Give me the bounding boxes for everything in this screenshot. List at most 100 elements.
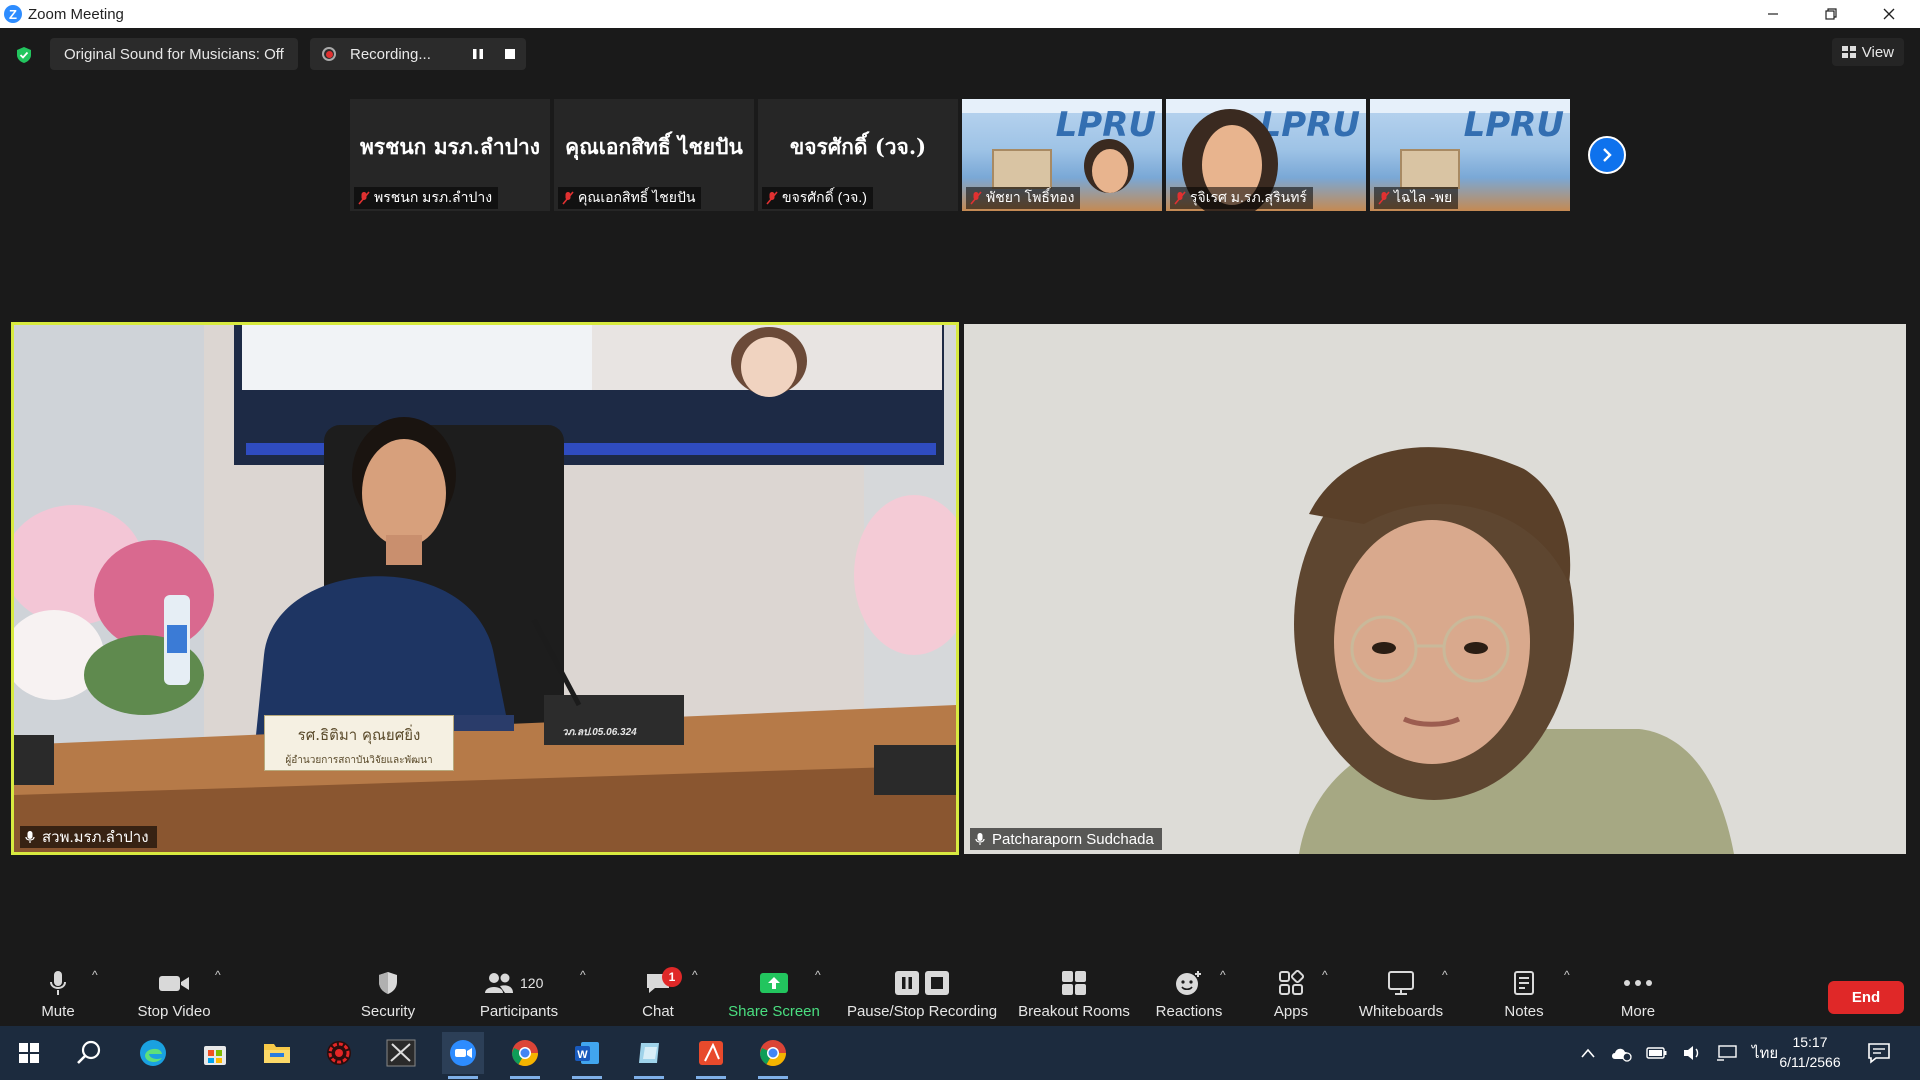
participants-label: Participants xyxy=(479,1003,559,1020)
participant-name-tag: Patcharaporn Sudchada xyxy=(970,828,1162,850)
taskbar-clock[interactable]: 15:17 6/11/2566 xyxy=(1770,1032,1850,1072)
chat-options-caret-icon[interactable]: ^ xyxy=(692,968,698,982)
participants-button[interactable]: 120 Participants xyxy=(476,960,562,1026)
name-plaque: รศ.ธิติมา คุณยศยิ่ง ผู้อำนวยการสถาบันวิจ… xyxy=(264,715,454,771)
share-screen-icon xyxy=(760,973,788,993)
edge-browser-icon xyxy=(140,1040,166,1066)
participant-label: พรชนก มรภ.ลำปาง xyxy=(354,187,499,209)
taskbar-air-app-button[interactable] xyxy=(380,1032,422,1074)
participant-label: พัชยา โพธิ์ทอง xyxy=(966,187,1081,209)
notes-button[interactable]: Notes xyxy=(1500,960,1548,1026)
participant-video-thumbnail[interactable]: LPRU พัชยา โพธิ์ทอง xyxy=(962,99,1162,211)
apps-options-caret-icon[interactable]: ^ xyxy=(1322,968,1328,982)
end-meeting-button[interactable]: End xyxy=(1828,981,1904,1014)
mic-active-icon xyxy=(25,831,35,843)
taskbar-chrome-second-button[interactable] xyxy=(752,1032,794,1079)
taskbar-app-blue-button[interactable] xyxy=(628,1032,670,1079)
more-label: More xyxy=(1620,1003,1656,1020)
security-button[interactable]: Security xyxy=(358,960,418,1026)
whiteboards-options-caret-icon[interactable]: ^ xyxy=(1442,968,1448,982)
shield-icon xyxy=(379,972,397,994)
apps-button[interactable]: Apps xyxy=(1270,960,1312,1026)
taskbar-search-button[interactable] xyxy=(68,1032,110,1074)
minimize-icon[interactable] xyxy=(1744,0,1802,28)
original-sound-button[interactable]: Original Sound for Musicians: Off xyxy=(50,38,298,70)
participant-name: รุจิเรศ ม.รภ.สุรินทร์ xyxy=(1190,189,1307,205)
building-graphic xyxy=(1400,149,1460,189)
mic-label-tag: วภ.ลป.05.06.324 xyxy=(562,727,637,738)
taskbar-word-button[interactable]: W xyxy=(566,1032,608,1079)
participant-thumbnail[interactable]: คุณเอกสิทธิ์ ไชยปัน คุณเอกสิทธิ์ ไชยปัน xyxy=(554,99,754,211)
participants-icon xyxy=(485,973,513,993)
participant-name: ขจรศักดิ์ (วจ.) xyxy=(782,189,867,205)
restore-icon[interactable] xyxy=(1802,0,1860,28)
volume-speaker-icon[interactable] xyxy=(1682,1045,1702,1061)
mic-active-icon xyxy=(975,833,985,845)
more-button[interactable]: More xyxy=(1616,960,1660,1026)
participant-name-large: ขจรศักดิ์ (วจ.) xyxy=(789,134,927,159)
participant-name-large: พรชนก มรภ.ลำปาง xyxy=(359,134,541,159)
reactions-options-caret-icon[interactable]: ^ xyxy=(1220,968,1226,982)
active-speaker-video[interactable]: รศ.ธิติมา คุณยศยิ่ง ผู้อำนวยการสถาบันวิจ… xyxy=(11,322,959,855)
windows-taskbar: W ไทย 15:17 6/11/2566 xyxy=(0,1026,1920,1080)
participants-options-caret-icon[interactable]: ^ xyxy=(580,968,586,982)
reactions-button[interactable]: Reactions xyxy=(1155,960,1223,1026)
close-icon[interactable] xyxy=(1860,0,1918,28)
reactions-smiley-icon xyxy=(1176,971,1201,995)
next-page-button[interactable] xyxy=(1588,136,1626,174)
record-dot-icon xyxy=(322,47,336,61)
breakout-rooms-button[interactable]: Breakout Rooms xyxy=(1018,960,1130,1026)
participant-video-thumbnail[interactable]: LPRU รุจิเรศ ม.รภ.สุรินทร์ xyxy=(1166,99,1366,211)
audio-options-caret-icon[interactable]: ^ xyxy=(92,968,98,982)
taskbar-edge-button[interactable] xyxy=(132,1032,174,1074)
notification-center-button[interactable] xyxy=(1858,1032,1900,1074)
tray-overflow-chevron-icon[interactable] xyxy=(1580,1047,1596,1059)
chat-unread-badge: 1 xyxy=(662,967,682,987)
participant-label: ขจรศักดิ์ (วจ.) xyxy=(762,187,873,209)
grid-view-icon xyxy=(1841,46,1856,58)
share-screen-button[interactable]: Share Screen xyxy=(728,960,820,1026)
taskbar-file-explorer-button[interactable] xyxy=(256,1032,298,1074)
air-app-icon xyxy=(386,1039,416,1067)
windows-start-button[interactable] xyxy=(8,1032,50,1074)
pause-recording-icon[interactable] xyxy=(470,46,486,62)
view-button[interactable]: View xyxy=(1831,38,1904,66)
mute-button[interactable]: Mute xyxy=(38,960,78,1026)
zoom-app-icon xyxy=(450,1040,476,1066)
participant-name: ไฉไล -พย xyxy=(1394,189,1453,205)
participant-thumbnail[interactable]: ขจรศักดิ์ (วจ.) ขจรศักดิ์ (วจ.) xyxy=(758,99,958,211)
meeting-area: Original Sound for Musicians: Off Record… xyxy=(0,28,1920,1026)
recording-indicator: Recording... xyxy=(310,38,526,70)
battery-icon[interactable] xyxy=(1646,1046,1668,1060)
pause-stop-recording-button[interactable]: Pause/Stop Recording xyxy=(846,960,998,1026)
svg-text:W: W xyxy=(577,1049,588,1061)
stop-video-button[interactable]: Stop Video xyxy=(136,960,212,1026)
pause-stop-recording-icon xyxy=(895,971,949,995)
taskbar-zoom-button[interactable] xyxy=(442,1032,484,1079)
taskbar-chrome-button[interactable] xyxy=(504,1032,546,1079)
whiteboards-button[interactable]: Whiteboards xyxy=(1356,960,1446,1026)
apps-label: Apps xyxy=(1273,1003,1309,1020)
folder-icon xyxy=(264,1044,290,1063)
reactions-label: Reactions xyxy=(1155,1003,1223,1020)
window-title: Zoom Meeting xyxy=(28,5,124,23)
participant-name-large: คุณเอกสิทธิ์ ไชยปัน xyxy=(565,134,743,159)
onedrive-cloud-icon[interactable] xyxy=(1610,1044,1632,1062)
participant-thumbnail[interactable]: พรชนก มรภ.ลำปาง พรชนก มรภ.ลำปาง xyxy=(350,99,550,211)
pdf-reader-icon xyxy=(699,1041,723,1065)
stop-recording-icon[interactable] xyxy=(502,46,518,62)
network-display-icon[interactable] xyxy=(1716,1044,1738,1062)
encryption-shield-icon[interactable] xyxy=(15,46,33,64)
taskbar-store-button[interactable] xyxy=(194,1032,236,1074)
mic-muted-icon xyxy=(1174,191,1186,205)
recording-label: Recording... xyxy=(350,45,431,63)
chrome-browser-icon xyxy=(759,1040,787,1067)
chat-button[interactable]: 1 Chat xyxy=(638,960,682,1026)
video-options-caret-icon[interactable]: ^ xyxy=(215,968,221,982)
share-options-caret-icon[interactable]: ^ xyxy=(815,968,821,982)
taskbar-app-red-button[interactable] xyxy=(318,1032,360,1074)
participant-video-thumbnail[interactable]: LPRU ไฉไล -พย xyxy=(1370,99,1570,211)
notes-options-caret-icon[interactable]: ^ xyxy=(1564,968,1570,982)
taskbar-pdf-button[interactable] xyxy=(690,1032,732,1079)
participant-video[interactable]: Patcharaporn Sudchada xyxy=(964,324,1906,854)
